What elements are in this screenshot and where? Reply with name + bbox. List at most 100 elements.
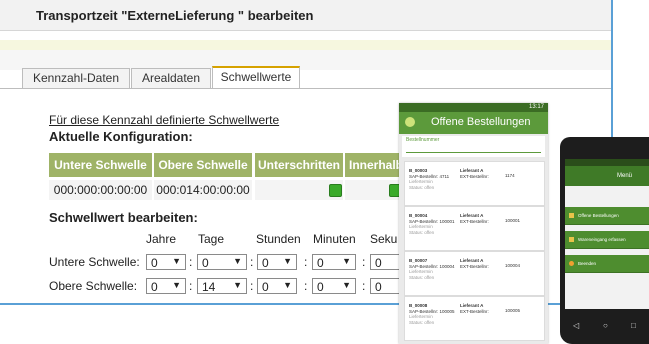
phone-status-bar: 13:17 (399, 103, 548, 112)
dropdown-arrow-icon: ▼ (172, 280, 181, 290)
order-card[interactable]: B_00008 SAP-Bestellnr: 100005 Liefertermin… (404, 296, 545, 341)
separator: : (250, 279, 254, 293)
order-ext-number: 100004 (505, 263, 521, 268)
select-value: 0 (151, 280, 158, 294)
status-green-icon (329, 184, 342, 197)
dropdown-arrow-icon: ▼ (342, 280, 351, 290)
page-title: Transportzeit "ExterneLieferung " bearbe… (36, 8, 314, 23)
upper-days-select[interactable]: 14 ▼ (197, 278, 247, 294)
order-status: Status: offen (409, 184, 435, 190)
order-date: Liefertermin (409, 179, 433, 184)
thresholds-link[interactable]: Für diese Kennzahl definierte Schwellwer… (49, 113, 279, 127)
order-search-field[interactable]: Bestellnummer (402, 136, 545, 157)
phone-orders-screen: 13:17 Offene Bestellungen Bestellnummer … (399, 103, 548, 344)
tab-schwellwerte[interactable]: Schwellwerte (212, 66, 300, 88)
upper-years-select[interactable]: 0 ▼ (146, 278, 186, 294)
order-date: Liefertermin (409, 224, 433, 229)
cell-upper-threshold: 000:014:00:00:00 (154, 180, 252, 200)
select-value: 0 (262, 280, 269, 294)
phone-clock: 13:17 (528, 104, 544, 110)
select-value: 0 (317, 280, 324, 294)
order-id: B_00003 (409, 168, 428, 173)
order-date: Liefertermin (409, 314, 433, 319)
order-id: B_00004 (409, 213, 428, 218)
upper-hours-select[interactable]: 0 ▼ (257, 278, 297, 294)
order-card[interactable]: B_00003 SAP-Bestellnr: 4711 Liefertermin St… (404, 161, 545, 206)
lower-minutes-select[interactable]: 0 ▼ (312, 254, 356, 270)
order-card[interactable]: B_00007 SAP-Bestellnr: 100004 Liefertermin… (404, 251, 545, 296)
tab-label: Schwellwerte (220, 70, 292, 84)
back-icon[interactable]: ◁ (573, 321, 579, 330)
title-bar: Transportzeit "ExterneLieferung " bearbe… (0, 0, 611, 31)
cell-below-indicator (255, 180, 343, 200)
upper-threshold-label: Obere Schwelle: (49, 279, 138, 293)
order-ext: EXT-Bestellnr: (460, 263, 489, 269)
dropdown-arrow-icon: ▼ (172, 256, 181, 266)
separator: : (189, 279, 193, 293)
tab-label: Kennzahl-Daten (32, 71, 120, 85)
unit-hours-label: Stunden (256, 232, 301, 246)
order-ext: EXT-Bestellnr: (460, 308, 489, 314)
current-config-heading: Aktuelle Konfiguration: (49, 129, 193, 144)
recents-icon[interactable]: □ (631, 321, 636, 330)
order-card[interactable]: B_00004 SAP-Bestellnr: 100001 Liefertermin… (404, 206, 545, 251)
edit-threshold-heading: Schwellwert bearbeiten: (49, 210, 198, 225)
select-value: 0 (151, 256, 158, 270)
menu-item-goods-receipt[interactable]: Wareneingang erfassen (565, 231, 649, 249)
select-value: 0 (317, 256, 324, 270)
menu-item-exit[interactable]: Beenden (565, 255, 649, 273)
exit-icon (569, 261, 574, 266)
select-value: 0 (375, 280, 382, 294)
col-header-below: Unterschritten (255, 153, 343, 177)
separator: : (304, 279, 308, 293)
order-ext: EXT-Bestellnr: (460, 218, 489, 224)
order-supplier: Lieferant A (460, 213, 484, 218)
upper-minutes-select[interactable]: 0 ▼ (312, 278, 356, 294)
cell-lower-threshold: 000:000:00:00:00 (49, 180, 152, 200)
order-ext: EXT-Bestellnr: (460, 173, 489, 179)
lower-hours-select[interactable]: 0 ▼ (257, 254, 297, 270)
dropdown-arrow-icon: ▼ (342, 256, 351, 266)
order-id: B_00007 (409, 258, 428, 263)
order-search-label: Bestellnummer (406, 137, 440, 143)
separator: : (250, 255, 254, 269)
lower-days-select[interactable]: 0 ▼ (197, 254, 247, 270)
order-sap: SAP-Bestellnr: 4711 (409, 173, 450, 179)
order-status: Status: offen (409, 229, 435, 235)
menu-item-label: Wareneingang erfassen (578, 237, 626, 242)
lower-years-select[interactable]: 0 ▼ (146, 254, 186, 270)
separator: : (362, 279, 366, 293)
receipt-icon (569, 237, 574, 242)
col-header-upper: Obere Schwelle (154, 153, 252, 177)
phone-status-bar (565, 159, 649, 166)
menu-item-label: Beenden (578, 261, 597, 266)
order-ext-number: 1174 (505, 173, 515, 178)
tab-kennzahl-daten[interactable]: Kennzahl-Daten (22, 68, 130, 88)
order-ext-number: 100001 (505, 218, 521, 223)
input-underline (406, 152, 541, 153)
order-date: Liefertermin (409, 269, 433, 274)
menu-item-label: Offene Bestellungen (578, 213, 619, 218)
phone-menu-device: Menü Offene Bestellungen Wareneingang er… (560, 137, 649, 344)
phone-app-bar: Offene Bestellungen (399, 112, 548, 134)
order-supplier: Lieferant A (460, 258, 484, 263)
phone-app-title: Offene Bestellungen (431, 116, 531, 128)
col-header-lower: Untere Schwelle (49, 153, 152, 177)
app-logo-icon (405, 117, 415, 127)
order-status: Status: offen (409, 274, 435, 280)
order-sap: SAP-Bestellnr: 100005 (409, 308, 455, 314)
select-value: 0 (202, 256, 209, 270)
dropdown-arrow-icon: ▼ (283, 280, 292, 290)
phone-nav-bar: ◁ ○ □ (565, 321, 649, 335)
order-sap: SAP-Bestellnr: 100001 (409, 218, 455, 224)
order-supplier: Lieferant A (460, 303, 484, 308)
menu-item-open-orders[interactable]: Offene Bestellungen (565, 207, 649, 225)
phone-menu-bar: Menü (565, 166, 649, 186)
home-icon[interactable]: ○ (603, 321, 608, 330)
header-band (0, 40, 611, 50)
order-id: B_00008 (409, 303, 428, 308)
dropdown-arrow-icon: ▼ (283, 256, 292, 266)
unit-years-label: Jahre (146, 232, 177, 246)
tab-arealdaten[interactable]: Arealdaten (131, 68, 211, 88)
select-value: 0 (262, 256, 269, 270)
